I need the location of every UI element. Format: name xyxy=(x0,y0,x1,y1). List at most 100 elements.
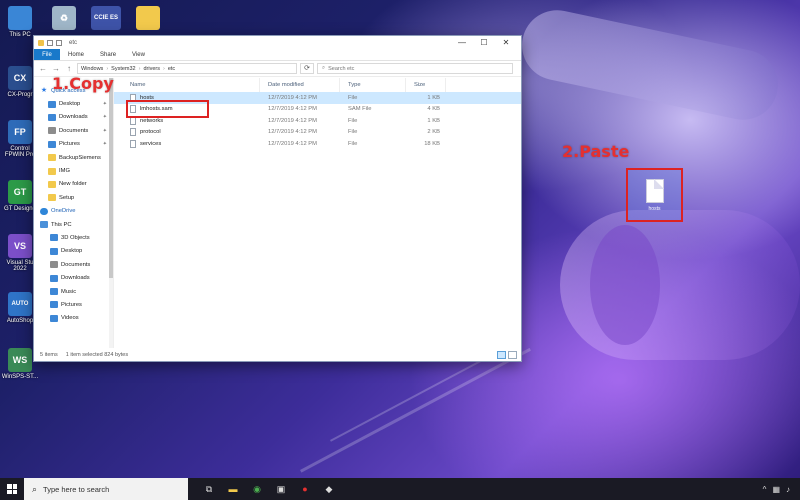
pasted-file-label: hosts xyxy=(648,205,661,212)
app-icon[interactable]: ▣ xyxy=(274,482,288,496)
chrome-icon[interactable]: ◉ xyxy=(250,482,264,496)
nav-item-desktop[interactable]: Desktop xyxy=(34,245,113,258)
file-size: 1 KB xyxy=(427,94,440,101)
folder-icon xyxy=(50,301,58,309)
breadcrumb-windows[interactable]: Windows xyxy=(81,66,103,72)
app2-icon[interactable]: ◆ xyxy=(322,482,336,496)
nav-item-label: Pictures xyxy=(61,301,82,308)
details-view-icon[interactable] xyxy=(497,350,506,359)
nav-item-img[interactable]: IMG xyxy=(34,164,113,177)
ribbon-tab-file[interactable]: File xyxy=(34,49,60,60)
record-icon[interactable]: ● xyxy=(298,482,312,496)
volume-icon[interactable]: ♪ xyxy=(786,485,790,494)
desktop-icon-ccie[interactable]: CCIE ES xyxy=(86,6,126,32)
nav-item-onedrive[interactable]: OneDrive xyxy=(34,205,113,218)
nav-item-videos[interactable]: Videos xyxy=(34,312,113,325)
new-folder-icon[interactable] xyxy=(56,39,62,46)
close-button[interactable]: ✕ xyxy=(495,38,517,47)
search-box[interactable]: ⌕ xyxy=(317,63,513,74)
file-name-cell: hosts xyxy=(114,92,260,104)
taskbar-apps: ⧉ ▬ ◉ ▣ ● ◆ xyxy=(188,482,336,496)
file-type: File xyxy=(348,140,358,147)
nav-item-documents[interactable]: Documents ✦ xyxy=(34,124,113,137)
maximize-button[interactable]: ☐ xyxy=(473,38,495,47)
desktop-icon-folder[interactable] xyxy=(128,6,168,32)
status-item-count: 5 items xyxy=(40,351,58,358)
pin-icon: ✦ xyxy=(102,101,107,108)
pin-icon: ✦ xyxy=(102,127,107,134)
file-row-hosts[interactable]: hosts 12/7/2019 4:12 PM File 1 KB xyxy=(114,92,521,104)
chevron-up-icon[interactable]: ^ xyxy=(763,485,767,494)
column-name[interactable]: Name xyxy=(114,78,260,92)
ribbon-tab-share[interactable]: Share xyxy=(92,49,124,60)
address-bar[interactable]: Windows › System32 › drivers › etc xyxy=(77,63,297,74)
up-button[interactable]: ↑ xyxy=(64,64,74,73)
pasted-hosts-file[interactable]: hosts xyxy=(626,168,683,222)
nav-item-downloads[interactable]: Downloads ✦ xyxy=(34,111,113,124)
task-view-icon[interactable]: ⧉ xyxy=(202,482,216,496)
nav-item-label: Desktop xyxy=(59,101,81,108)
navigation-scrollbar[interactable] xyxy=(109,78,113,348)
nav-item-pictures[interactable]: Pictures ✦ xyxy=(34,138,113,151)
desktop-icon-recycle-bin[interactable]: ♻ xyxy=(44,6,84,32)
column-size[interactable]: Size xyxy=(406,78,446,92)
nav-item-3d-objects[interactable]: 3D Objects xyxy=(34,231,113,244)
file-row-lmhosts-sam[interactable]: lmhosts.sam 12/7/2019 4:12 PM SAM File 4 KB xyxy=(114,104,521,116)
breadcrumb-system32[interactable]: System32 xyxy=(111,66,135,72)
nav-item-label: Downloads xyxy=(59,114,88,121)
window-title: etc xyxy=(69,39,78,46)
file-row-protocol[interactable]: protocol 12/7/2019 4:12 PM File 2 KB xyxy=(114,127,521,139)
nav-item-setup[interactable]: Setup xyxy=(34,191,113,204)
breadcrumb-drivers[interactable]: drivers xyxy=(143,66,160,72)
desktop-icon-this-pc[interactable]: This PC xyxy=(0,6,40,38)
pin-icon: ✦ xyxy=(102,141,107,148)
column-type[interactable]: Type xyxy=(340,78,406,92)
folder-icon xyxy=(48,154,56,162)
back-button[interactable]: ← xyxy=(38,64,48,73)
minimize-button[interactable]: — xyxy=(451,38,473,47)
taskbar-search[interactable]: ⌕ Type here to search xyxy=(24,478,188,500)
navigation-pane: ★ Quick access Desktop ✦ Downloads ✦ Documents… xyxy=(34,78,114,348)
folder-icon xyxy=(48,113,56,121)
column-date-modified[interactable]: Date modified xyxy=(260,78,340,92)
forward-button[interactable]: → xyxy=(51,64,61,73)
ribbon-tab-home[interactable]: Home xyxy=(60,49,92,60)
copy-annotation: 1.Copy xyxy=(52,74,114,93)
taskbar: ⌕ Type here to search ⧉ ▬ ◉ ▣ ● ◆ ^ ▦ ♪ xyxy=(0,478,800,500)
star-icon: ★ xyxy=(40,87,48,95)
folder-icon xyxy=(50,314,58,322)
nav-item-new-folder[interactable]: New folder xyxy=(34,178,113,191)
ribbon-tab-view[interactable]: View xyxy=(124,49,153,60)
visual-studio-icon: VS xyxy=(8,234,32,258)
file-date: 12/7/2019 4:12 PM xyxy=(268,117,317,124)
search-input[interactable] xyxy=(328,65,508,72)
column-headers: Name Date modified Type Size xyxy=(114,78,521,92)
nav-item-desktop[interactable]: Desktop ✦ xyxy=(34,97,113,110)
nav-item-pictures[interactable]: Pictures xyxy=(34,298,113,311)
refresh-button[interactable]: ⟳ xyxy=(300,63,314,74)
taskbar-search-text: Type here to search xyxy=(43,484,110,494)
file-name-cell: lmhosts.sam xyxy=(114,104,260,116)
file-type: File xyxy=(348,94,358,101)
network-icon[interactable]: ▦ xyxy=(772,485,780,494)
breadcrumb-etc[interactable]: etc xyxy=(168,66,175,72)
file-name: lmhosts.sam xyxy=(140,106,173,113)
ribbon: File Home Share View xyxy=(34,49,521,61)
ccie-es-icon: CCIE ES xyxy=(91,6,121,30)
nav-item-this-pc[interactable]: This PC xyxy=(34,218,113,231)
this-pc-icon xyxy=(8,6,32,30)
large-icons-view-icon[interactable] xyxy=(508,350,517,359)
properties-icon[interactable] xyxy=(47,39,53,46)
file-explorer-icon[interactable]: ▬ xyxy=(226,482,240,496)
file-row-networks[interactable]: networks 12/7/2019 4:12 PM File 1 KB xyxy=(114,115,521,127)
nav-item-downloads[interactable]: Downloads xyxy=(34,271,113,284)
nav-item-backupsiemens[interactable]: BackupSiemens xyxy=(34,151,113,164)
folder-icon xyxy=(136,6,160,30)
file-row-services[interactable]: services 12/7/2019 4:12 PM File 18 KB xyxy=(114,138,521,150)
nav-item-label: Music xyxy=(61,288,77,295)
file-icon xyxy=(130,105,136,114)
nav-item-music[interactable]: Music xyxy=(34,285,113,298)
start-button[interactable] xyxy=(0,478,24,500)
nav-item-documents[interactable]: Documents xyxy=(34,258,113,271)
cloud-icon xyxy=(40,207,48,215)
